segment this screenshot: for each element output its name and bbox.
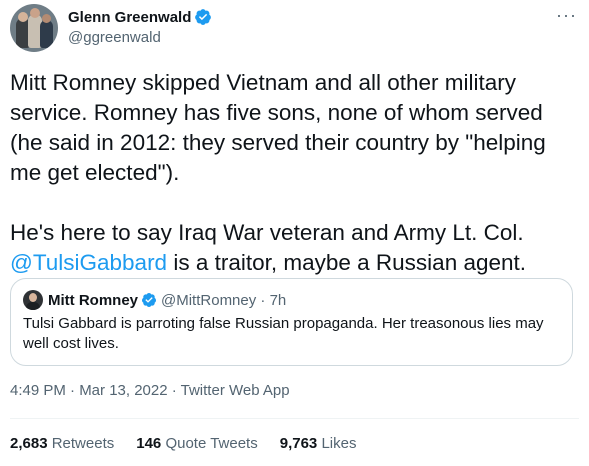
quote-tweets-count: 146 <box>136 435 162 452</box>
quoted-tweet-header: Mitt Romney @MittRomney · 7h <box>23 290 286 310</box>
verified-badge-icon <box>195 9 212 25</box>
tweet-timestamp[interactable]: 4:49 PM · Mar 13, 2022 · <box>10 382 181 399</box>
quoted-tweet[interactable]: Mitt Romney @MittRomney · 7h Tulsi Gabba… <box>10 278 573 366</box>
author-info: Glenn Greenwald @ggreenwald <box>68 6 212 46</box>
tweet-text-part1: Mitt Romney skipped Vietnam and all othe… <box>10 70 546 245</box>
likes-label: Likes <box>317 435 357 452</box>
quote-tweets-label: Quote Tweets <box>161 435 258 452</box>
tweet-stats: 2,683 Retweets 146 Quote Tweets 9,763 Li… <box>10 435 378 452</box>
quoted-author-name: Mitt Romney <box>48 291 138 309</box>
author-name[interactable]: Glenn Greenwald <box>68 9 191 26</box>
likes-stat[interactable]: 9,763 Likes <box>280 435 357 452</box>
tweet-text-part2: is a traitor, maybe a Russian agent. <box>167 250 527 275</box>
tweet: Glenn Greenwald @ggreenwald ··· Mitt Rom… <box>0 0 589 466</box>
quote-tweets-stat[interactable]: 146 Quote Tweets <box>136 435 257 452</box>
tweet-text: Mitt Romney skipped Vietnam and all othe… <box>10 68 575 278</box>
verified-badge-icon <box>141 293 156 307</box>
mention-link[interactable]: @TulsiGabbard <box>10 250 167 275</box>
tweet-source-app[interactable]: Twitter Web App <box>181 382 290 399</box>
author-handle[interactable]: @ggreenwald <box>68 29 212 46</box>
tweet-header: Glenn Greenwald @ggreenwald ··· <box>10 4 579 60</box>
tweet-meta: 4:49 PM · Mar 13, 2022 · Twitter Web App <box>10 382 290 399</box>
retweets-count: 2,683 <box>10 435 48 452</box>
retweets-stat[interactable]: 2,683 Retweets <box>10 435 114 452</box>
author-avatar[interactable] <box>10 4 58 52</box>
quoted-author-handle-time: @MittRomney · 7h <box>161 291 287 309</box>
more-horizontal-icon[interactable]: ··· <box>556 6 577 24</box>
quoted-tweet-text: Tulsi Gabbard is parroting false Russian… <box>23 315 544 352</box>
likes-count: 9,763 <box>279 435 318 452</box>
quoted-author-avatar <box>23 290 43 310</box>
divider <box>10 418 579 419</box>
retweets-label: Retweets <box>47 435 115 452</box>
